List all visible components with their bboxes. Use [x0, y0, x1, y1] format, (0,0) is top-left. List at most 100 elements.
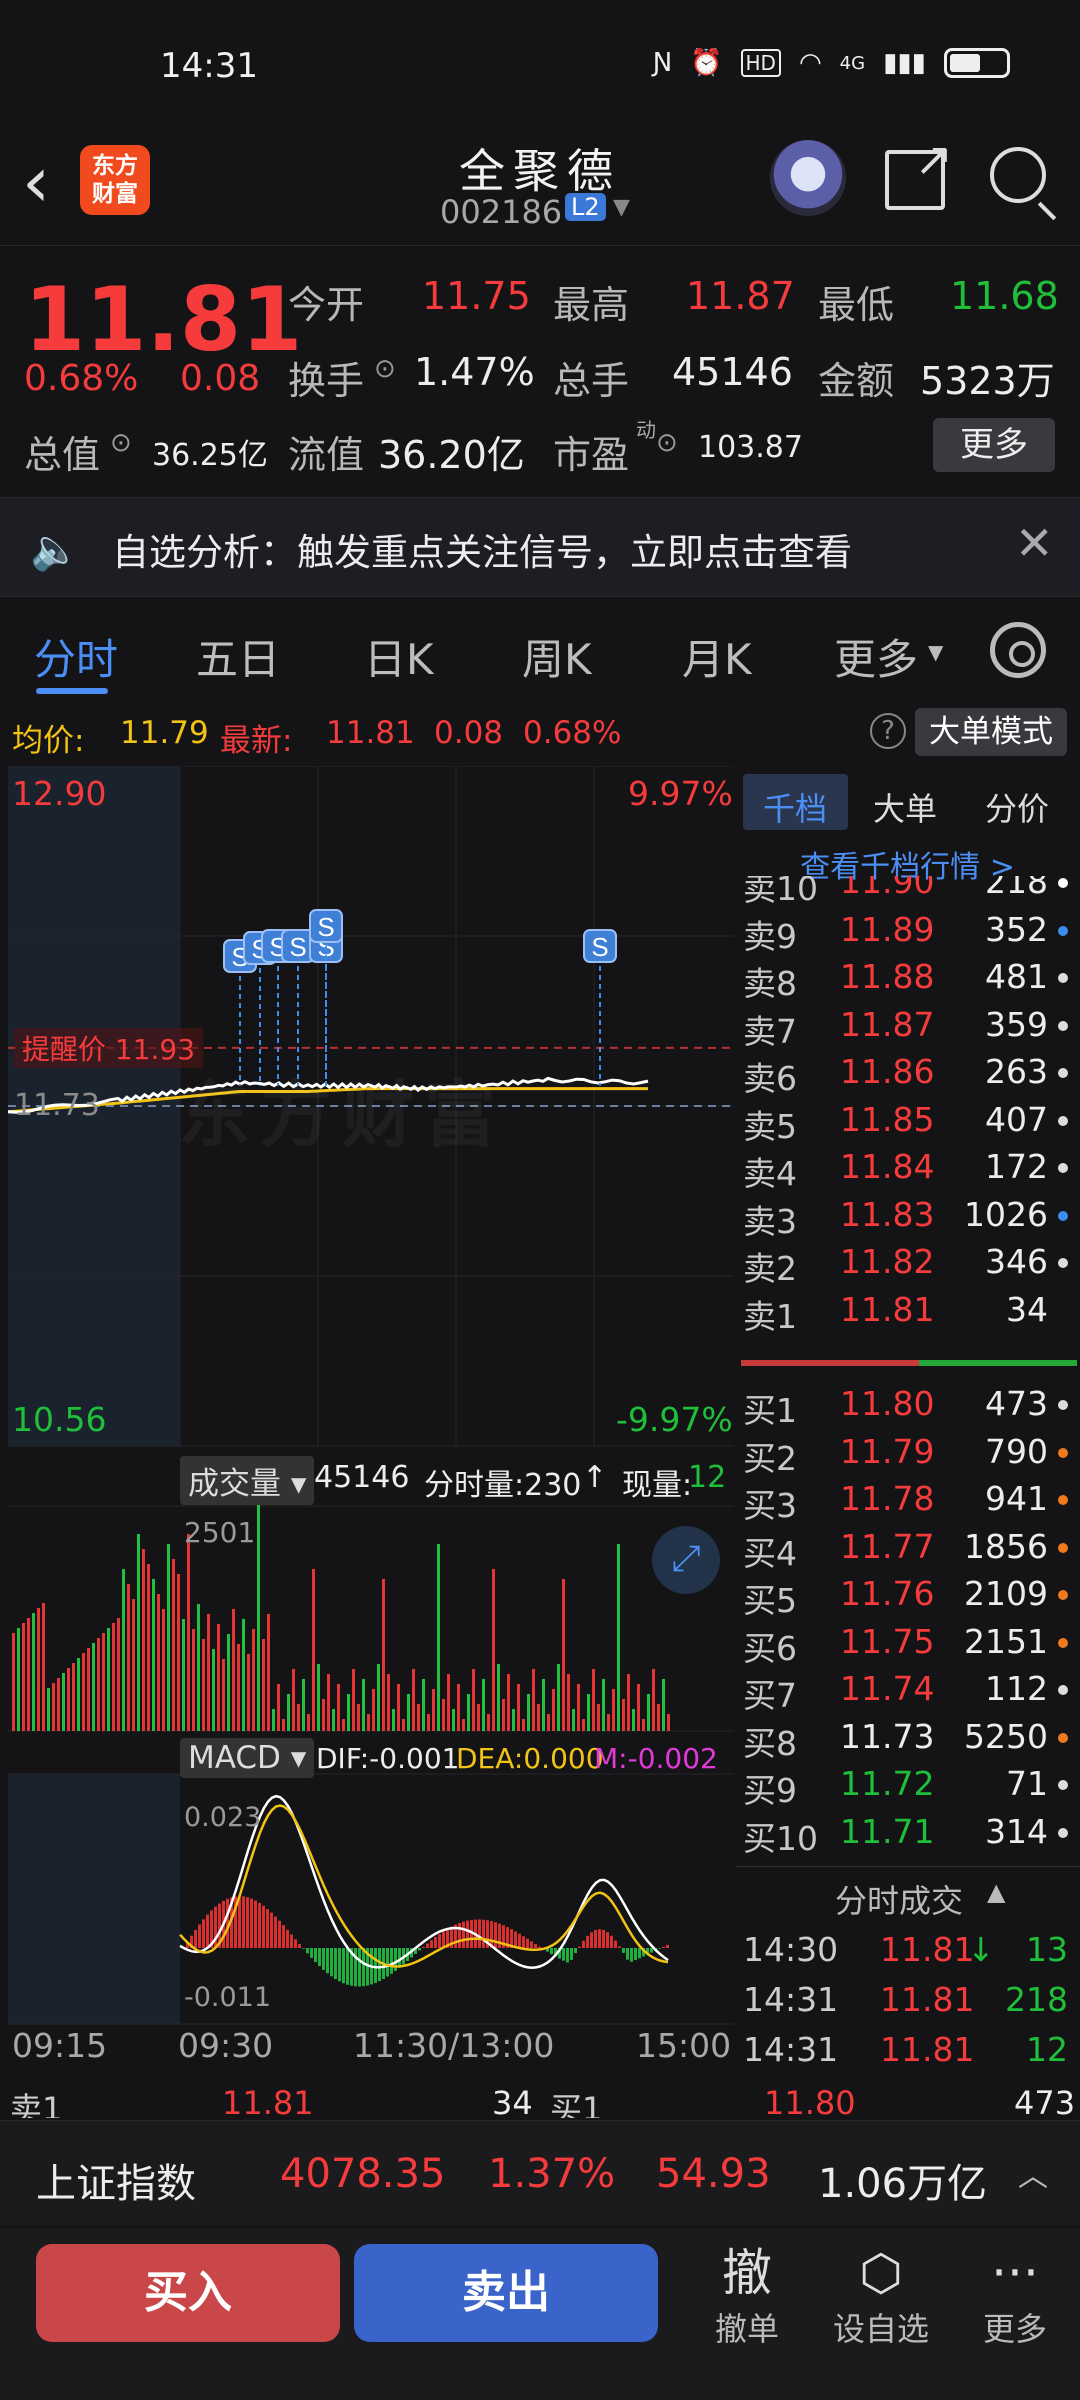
chevron-up-icon[interactable]: ︿ [1018, 2151, 1048, 2195]
close-icon[interactable]: ✕ [1015, 516, 1054, 570]
volume-bar [247, 1654, 250, 1731]
tab-thousand-depth[interactable]: 千档 [763, 784, 827, 830]
info-icon[interactable]: ⊙ [110, 428, 132, 458]
macd-bar [658, 1948, 661, 1949]
volume-bar [22, 1623, 25, 1731]
total-cap-value: 36.25亿 [152, 438, 268, 473]
ask-row[interactable]: 卖2 11.82 346 [735, 1238, 1080, 1288]
macd-bar [590, 1932, 593, 1948]
time-axis-close: 15:00 [636, 2026, 732, 2065]
bid-row[interactable]: 买10 11.71 314 [735, 1808, 1080, 1858]
trade-toolbar: 买入 卖出 撤 撤单 ⬡ 设自选 ··· 更多 [0, 2228, 1080, 2400]
open-value: 11.75 [422, 274, 531, 318]
add-watchlist-button[interactable]: ⬡ 设自选 [826, 2242, 936, 2350]
bid-list: 买1 11.80 473 买2 11.79 790 买3 11.78 941 买4 11.77 185… [735, 1380, 1080, 1860]
bid-row[interactable]: 买6 11.75 2151 [735, 1618, 1080, 1668]
volume-bar [532, 1669, 535, 1731]
macd-bar [666, 1944, 669, 1948]
share-icon[interactable] [885, 132, 953, 210]
tab-intraday[interactable]: 分时 [34, 626, 118, 687]
ask-row[interactable]: 卖4 11.84 172 [735, 1143, 1080, 1193]
macd-bar [254, 1900, 257, 1948]
gear-icon[interactable] [990, 622, 1046, 678]
info-icon[interactable]: ⊙ [656, 428, 678, 458]
float-cap-value: 36.20亿 [378, 433, 525, 477]
ask-price: 11.90 [840, 876, 935, 901]
caret-down-icon[interactable]: ▼ [928, 640, 943, 664]
bid-row[interactable]: 买7 11.74 112 [735, 1665, 1080, 1715]
macd-bar [298, 1944, 301, 1948]
intraday-chart[interactable]: SSSSSSS 12.90 9.97% 10.56 -9.97% 11.73 提… [7, 765, 734, 2065]
ask-row[interactable]: 卖7 11.87 359 [735, 1001, 1080, 1051]
volume-bar [137, 1534, 140, 1731]
bid-row[interactable]: 买1 11.80 473 [735, 1380, 1080, 1430]
info-icon[interactable]: ⊙ [374, 354, 396, 384]
macd-bar [258, 1902, 261, 1948]
volume-bar [227, 1634, 230, 1731]
sell-button[interactable]: 卖出 [354, 2244, 658, 2342]
notice-bar[interactable]: 🔈 自选分析：触发重点关注信号，立即点击查看 ✕ [0, 497, 1080, 597]
more-menu-button[interactable]: ··· 更多 [960, 2242, 1070, 2350]
ask-row[interactable]: 卖9 11.89 352 [735, 906, 1080, 956]
notice-text[interactable]: 自选分析：触发重点关注信号，立即点击查看 [112, 522, 852, 576]
volume-bar [322, 1699, 325, 1731]
level2-badge[interactable]: L2 [565, 193, 606, 221]
ask-row[interactable]: 卖3 11.83 1026 [735, 1191, 1080, 1241]
alert-price-label[interactable]: 提醒价 11.93 [14, 1028, 204, 1068]
tab-weekly-k[interactable]: 周K [522, 626, 592, 687]
bid-row[interactable]: 买2 11.79 790 [735, 1428, 1080, 1478]
tab-five-day[interactable]: 五日 [196, 626, 280, 687]
expand-icon[interactable]: ⤢ [652, 1526, 720, 1594]
assistant-robot-icon[interactable] [770, 140, 846, 216]
bid-row[interactable]: 买3 11.78 941 [735, 1475, 1080, 1525]
volume-bar [587, 1694, 590, 1731]
level1-strip: 卖1 11.81 34 买1 11.80 473 [0, 2080, 1080, 2118]
help-icon[interactable]: ? [870, 713, 906, 749]
macd-bar [426, 1943, 429, 1948]
time-axis-midday: 11:30/13:00 [353, 2026, 555, 2065]
more-quote-button[interactable]: 更多 [933, 418, 1055, 472]
volume-bar [107, 1628, 110, 1731]
tab-big-orders[interactable]: 大单 [873, 784, 937, 830]
ask-row[interactable]: 卖1 11.81 34 [735, 1286, 1080, 1336]
volume-max-label: 2501 [184, 1516, 256, 1549]
volume-bar [67, 1668, 70, 1731]
chevron-down-icon[interactable]: ▼ [613, 195, 630, 220]
ask-row[interactable]: 卖10 11.90 218 [735, 876, 1080, 908]
order-dot-icon [1058, 1068, 1068, 1078]
volume-bar [112, 1623, 115, 1731]
caret-up-icon[interactable]: ▲ [987, 1878, 1005, 1906]
ask-row[interactable]: 卖5 11.85 407 [735, 1096, 1080, 1146]
big-order-mode-button[interactable]: 大单模式 [915, 708, 1067, 756]
volume-bar [52, 1683, 55, 1731]
volume-bar [412, 1669, 415, 1731]
ask-row[interactable]: 卖6 11.86 263 [735, 1048, 1080, 1098]
bid-row[interactable]: 买4 11.77 1856 [735, 1523, 1080, 1573]
tab-monthly-k[interactable]: 月K [682, 626, 752, 687]
volume-bar [662, 1679, 665, 1731]
tab-price-distribution[interactable]: 分价 [985, 784, 1049, 830]
macd-selector[interactable]: MACD ▾ [180, 1738, 315, 1778]
bid-row[interactable]: 买9 11.72 71 [735, 1760, 1080, 1810]
bid-row[interactable]: 买5 11.76 2109 [735, 1570, 1080, 1620]
bid-row[interactable]: 买8 11.73 5250 [735, 1713, 1080, 1763]
status-icons: Ɲ ⏰ HD ◠ 4G ▮▮▮ [653, 48, 1010, 78]
macd-bar [526, 1938, 529, 1948]
volume-selector[interactable]: 成交量 ▾ [180, 1456, 315, 1505]
macd-bar [534, 1943, 537, 1948]
trades-title[interactable]: 分时成交 [835, 1876, 963, 1922]
index-bar[interactable]: 上证指数 4078.35 1.37% 54.93 1.06万亿 ︿ [0, 2120, 1080, 2225]
volume-bar [257, 1484, 260, 1731]
volume-bar [127, 1584, 130, 1731]
trade-time: 14:31 [743, 1980, 839, 2019]
buy-button[interactable]: 买入 [36, 2244, 340, 2342]
ask-row[interactable]: 卖8 11.88 481 [735, 953, 1080, 1003]
order-dot-icon [1058, 1400, 1068, 1410]
volume-label: 总手 [553, 359, 630, 403]
tab-daily-k[interactable]: 日K [364, 626, 434, 687]
search-icon[interactable] [990, 147, 1046, 203]
volume-bar [367, 1714, 370, 1731]
cancel-order-button[interactable]: 撤 撤单 [692, 2242, 802, 2350]
amount-value: 5323万 [920, 359, 1055, 403]
tab-more[interactable]: 更多 [834, 626, 918, 687]
